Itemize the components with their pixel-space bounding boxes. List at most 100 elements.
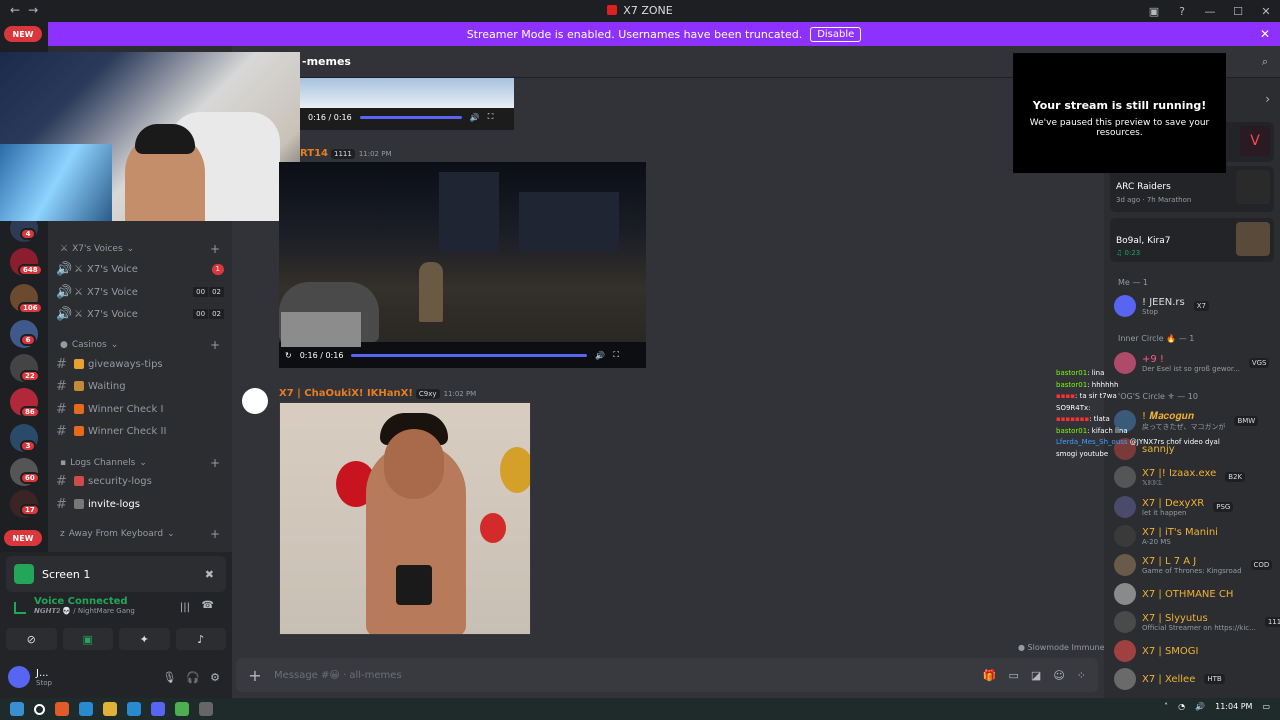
search-icon[interactable] — [34, 703, 45, 715]
chrome-icon[interactable] — [175, 702, 189, 716]
current-user[interactable]: J... Stop 🎙 🎧 ⚙ — [8, 662, 228, 692]
volume-icon[interactable]: 🔊 — [470, 113, 480, 122]
sticker-icon[interactable]: ◪ — [1031, 669, 1041, 682]
voice-channel[interactable]: 🔊 ⚔ X7's Voice 00 02 — [56, 282, 224, 302]
volume-icon[interactable]: 🔊 — [1195, 702, 1205, 711]
system-tray: ˄ ◔ 🔊 11:04 PM ▭ — [1164, 702, 1270, 711]
add-channel-icon[interactable]: + — [210, 456, 220, 470]
image-attachment[interactable] — [279, 402, 531, 635]
unread-badge: 648 — [18, 264, 43, 276]
member-item[interactable]: X7 | Slyyutus Official Streamer on https:… — [1114, 609, 1280, 635]
message-timestamp: 11:02 PM — [443, 390, 477, 398]
new-badge: NEW — [4, 530, 42, 546]
voice-channel[interactable]: 🔊 ⚔ X7's Voice 1 — [56, 259, 224, 279]
server-tag: 1111 — [1264, 617, 1280, 627]
mic-icon[interactable]: 🎙 — [162, 671, 176, 684]
video-player[interactable]: ↻ 0:16 / 0:16 🔊 ⛶ — [279, 162, 646, 368]
activities-button[interactable]: ✦ — [119, 628, 170, 650]
maximize-button[interactable]: ☐ — [1224, 0, 1252, 22]
add-attachment-icon[interactable]: + — [236, 666, 274, 685]
text-channel[interactable]: # security-logs — [56, 471, 224, 491]
chevron-down-icon: ⌄ — [110, 340, 119, 350]
share-screen-button[interactable]: ▣ — [62, 628, 113, 650]
avatar — [1114, 554, 1136, 576]
edge-icon[interactable] — [79, 702, 93, 716]
stop-share-icon[interactable]: ✖ — [205, 568, 214, 581]
member-item[interactable]: X7 | L 7 A J Game of Thrones: Kingsroad CO… — [1114, 552, 1280, 578]
video-controls: ↻ 0:16 / 0:16 🔊 ⛶ — [285, 350, 643, 360]
chat-user: Lferda_Mes_Sh_ouss — [1056, 438, 1128, 446]
chat-line: smogi youtube — [1056, 449, 1236, 461]
member-item[interactable]: X7 | SMOGI — [1114, 638, 1280, 664]
gift-icon[interactable]: 🎁 — [983, 669, 997, 682]
clock[interactable]: 11:04 PM — [1215, 702, 1252, 711]
member-item[interactable]: X7 | iT's Manini A-20 MS — [1114, 523, 1280, 549]
add-channel-icon[interactable]: + — [210, 527, 220, 541]
chevron-up-icon[interactable]: ˄ — [1164, 702, 1168, 711]
text-channel[interactable]: # Winner Check II — [56, 421, 224, 441]
composer-placeholder[interactable]: Message #😀 · all-memes — [274, 670, 402, 681]
apps-icon[interactable]: ⁘ — [1077, 669, 1086, 682]
help-icon[interactable]: ? — [1168, 0, 1196, 22]
category-afk[interactable]: z Away From Keyboard ⌄ + — [60, 527, 220, 541]
wifi-icon[interactable]: ◔ — [1178, 702, 1185, 711]
screen-share-tile[interactable]: Screen 1 ✖ — [6, 556, 226, 592]
text-channel[interactable]: # giveaways-tips — [56, 354, 224, 374]
soundboard-button[interactable]: ♪ — [175, 628, 226, 650]
message-composer[interactable]: + Message #😀 · all-memes 🎁 ▭ ◪ ☺ ⁘ — [236, 658, 1098, 692]
video-frame — [279, 162, 646, 347]
search-icon[interactable]: ⌕ — [1262, 55, 1268, 69]
gear-icon[interactable]: ⚙ — [210, 671, 220, 684]
fullscreen-icon[interactable]: ⛶ — [613, 350, 619, 360]
replay-icon[interactable]: ↻ — [285, 351, 292, 360]
channel-name: X7's Voice — [86, 263, 138, 275]
text-channel-active[interactable]: # invite-logs — [56, 494, 224, 514]
file-explorer-icon[interactable] — [103, 702, 117, 716]
video-player[interactable]: 0:16 / 0:16 🔊 ⛶ — [300, 78, 514, 130]
text-channel[interactable]: # Winner Check I — [56, 399, 224, 419]
message-author[interactable]: RT14 1111 11:02 PM — [300, 148, 392, 159]
soundboard-icon[interactable]: ||| — [180, 602, 190, 613]
member-item[interactable]: ! JEEN.rs Stop X7 — [1114, 293, 1280, 319]
member-item[interactable]: X7 | DexyXR let it happen PSG — [1114, 494, 1280, 520]
disconnect-icon[interactable]: ☎ — [202, 600, 214, 611]
close-banner-icon[interactable]: ✕ — [1260, 27, 1270, 41]
mail-icon[interactable] — [127, 702, 141, 716]
windows-start-icon[interactable] — [10, 702, 24, 716]
member-item[interactable]: X7 |! Izaax.exe 𝕏𝕂𝕂𝕃 B2K — [1114, 464, 1280, 490]
app-icon[interactable] — [199, 702, 213, 716]
category-casinos[interactable]: ● Casinos ⌄ + — [60, 338, 220, 352]
slowmode-text: Slowmode Immune — [1027, 643, 1105, 652]
hash-icon: # — [56, 496, 67, 512]
fullscreen-icon[interactable]: ⛶ — [488, 112, 494, 122]
server-tag: X7 — [1193, 301, 1210, 311]
member-item[interactable]: X7 | OTHMANE CH — [1114, 581, 1280, 607]
notification-icon[interactable]: ▭ — [1262, 702, 1270, 711]
video-progress-bar[interactable] — [351, 353, 588, 357]
add-channel-icon[interactable]: + — [210, 242, 220, 256]
message-author[interactable]: X7 | ChaOukiX! IKHanX! C9xy 11:02 PM — [279, 388, 476, 399]
minimize-button[interactable]: — — [1196, 0, 1224, 22]
member-item[interactable]: X7 | Xellee HTB — [1114, 666, 1280, 692]
category-x7-voices[interactable]: ⚔ X7's Voices ⌄ + — [60, 242, 220, 256]
disable-streamer-mode-button[interactable]: Disable — [810, 26, 862, 42]
text-channel[interactable]: # Waiting — [56, 376, 224, 396]
activity-card[interactable]: Bo9al, Kira7 ♫ 0:23 — [1110, 218, 1274, 262]
video-progress-bar[interactable] — [359, 115, 462, 119]
camera-off-button[interactable]: ⊘ — [6, 628, 57, 650]
chevron-right-icon[interactable]: › — [1265, 92, 1270, 106]
channel-name: invite-logs — [88, 498, 140, 510]
headphones-icon[interactable]: 🎧 — [186, 671, 200, 684]
stream-paused-subtitle: We've paused this preview to save your r… — [1029, 118, 1210, 138]
emoji-icon[interactable]: ☺ — [1053, 669, 1064, 682]
voice-channel[interactable]: 🔊 ⚔ X7's Voice 00 02 — [56, 304, 224, 324]
volume-icon[interactable]: 🔊 — [595, 351, 605, 360]
close-window-button[interactable]: ✕ — [1252, 0, 1280, 22]
gif-icon[interactable]: ▭ — [1009, 669, 1019, 682]
inbox-icon[interactable]: ▣ — [1140, 0, 1168, 22]
office-app-icon[interactable] — [55, 702, 69, 716]
category-logs[interactable]: ▪ Logs Channels ⌄ + — [60, 456, 220, 470]
discord-icon[interactable] — [151, 702, 165, 716]
add-channel-icon[interactable]: + — [210, 338, 220, 352]
avatar[interactable] — [242, 388, 268, 414]
